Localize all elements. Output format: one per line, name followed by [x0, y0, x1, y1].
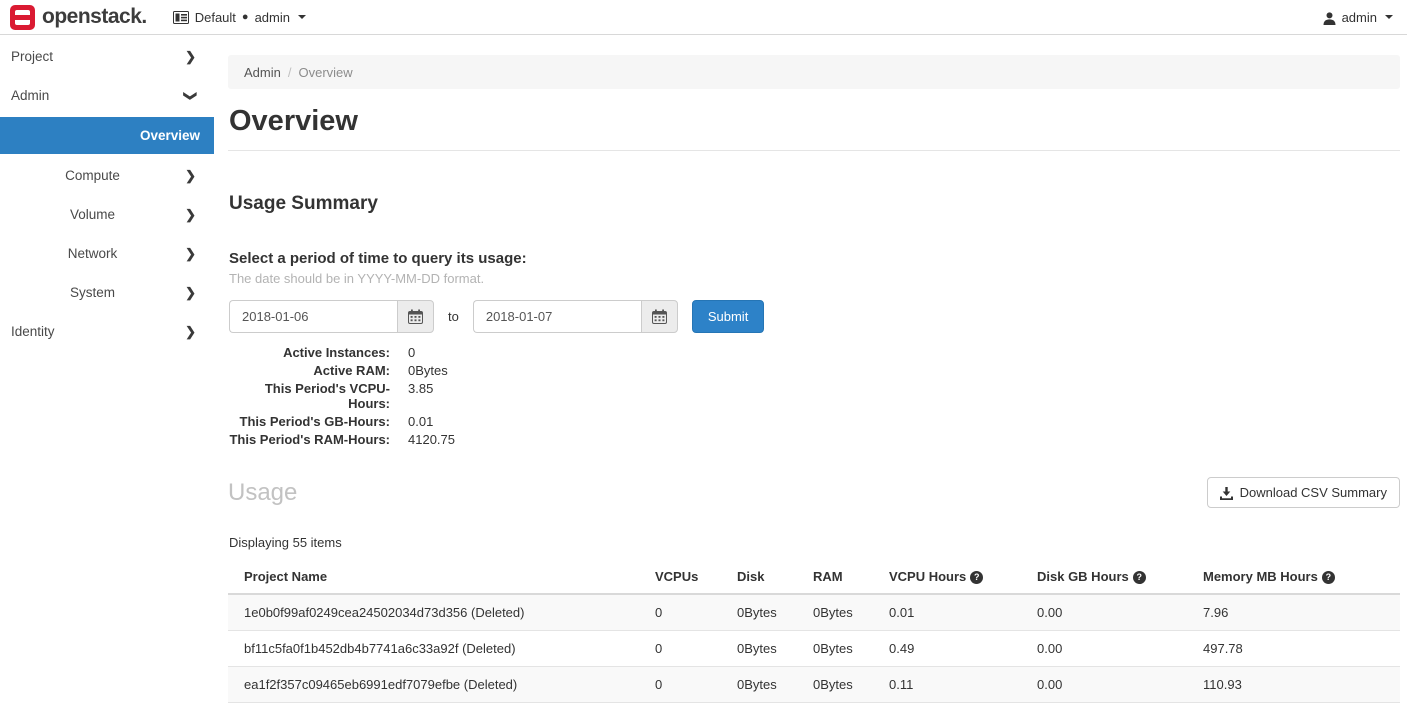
- breadcrumb: Admin / Overview: [228, 55, 1400, 89]
- chevron-right-icon: ❯: [185, 246, 196, 262]
- sidebar-item-network[interactable]: Network ❯: [0, 234, 214, 273]
- to-label: to: [448, 309, 459, 324]
- calendar-button-to[interactable]: [641, 300, 678, 333]
- query-prompt: Select a period of time to query its usa…: [229, 250, 1400, 267]
- chevron-right-icon: ❯: [185, 324, 196, 340]
- download-icon: [1220, 485, 1233, 500]
- help-icon[interactable]: ?: [1322, 571, 1335, 584]
- sidebar-item-identity[interactable]: Identity ❯: [0, 312, 214, 351]
- openstack-logo-icon: [10, 5, 35, 30]
- calendar-icon: [408, 309, 423, 324]
- date-range-form: to Submit: [229, 300, 1400, 333]
- user-menu[interactable]: admin: [1323, 9, 1393, 24]
- table-row: 1e0b0f99af0249cea24502034d73d356 (Delete…: [228, 594, 1400, 631]
- date-to-input[interactable]: [473, 300, 641, 333]
- sidebar-item-project[interactable]: Project ❯: [0, 37, 214, 76]
- breadcrumb-separator: /: [288, 65, 292, 80]
- stat-ram-hours: This Period's RAM-Hours: 4120.75: [228, 432, 1400, 447]
- date-from-input[interactable]: [229, 300, 397, 333]
- col-disk-gb-hours[interactable]: Disk GB Hours?: [1029, 560, 1195, 594]
- sidebar-item-system[interactable]: System ❯: [0, 273, 214, 312]
- sidebar-item-overview[interactable]: Overview: [0, 117, 214, 154]
- usage-stats: Active Instances: 0 Active RAM: 0Bytes T…: [228, 345, 1400, 447]
- stat-active-instances: Active Instances: 0: [228, 345, 1400, 360]
- breadcrumb-overview: Overview: [298, 65, 352, 80]
- chevron-right-icon: ❯: [185, 285, 196, 301]
- col-project-name[interactable]: Project Name: [228, 560, 647, 594]
- main-content: Admin / Overview Overview Usage Summary …: [214, 35, 1407, 670]
- col-vcpu-hours[interactable]: VCPU Hours?: [881, 560, 1029, 594]
- brand-text: openstack.: [42, 5, 147, 29]
- stat-vcpu-hours: This Period's VCPU-Hours: 3.85: [228, 381, 1400, 411]
- caret-down-icon: [298, 15, 306, 19]
- col-vcpus[interactable]: VCPUs: [647, 560, 729, 594]
- query-hint: The date should be in YYYY-MM-DD format.: [229, 271, 1400, 286]
- chevron-right-icon: ❯: [185, 49, 196, 65]
- user-name: admin: [1342, 10, 1377, 25]
- stat-active-ram: Active RAM: 0Bytes: [228, 363, 1400, 378]
- col-ram[interactable]: RAM: [805, 560, 881, 594]
- sidebar-item-admin[interactable]: Admin ❯: [0, 76, 214, 115]
- top-navbar: openstack. Default ● admin admin: [0, 0, 1407, 35]
- sidebar-item-compute[interactable]: Compute ❯: [0, 156, 214, 195]
- help-icon[interactable]: ?: [1133, 571, 1146, 584]
- col-memory-mb-hours[interactable]: Memory MB Hours?: [1195, 560, 1400, 594]
- calendar-icon: [652, 309, 667, 324]
- items-count: Displaying 55 items: [229, 535, 1400, 550]
- domain-list-icon: [173, 11, 189, 24]
- table-row: ea1f2f357c09465eb6991edf7079efbe (Delete…: [228, 667, 1400, 703]
- title-divider: [228, 150, 1400, 151]
- download-csv-button[interactable]: Download CSV Summary: [1207, 477, 1400, 508]
- usage-table-heading: Usage: [228, 479, 297, 507]
- project-name: admin: [255, 10, 290, 25]
- chevron-right-icon: ❯: [185, 207, 196, 223]
- chevron-right-icon: ❯: [185, 168, 196, 184]
- help-icon[interactable]: ?: [970, 571, 983, 584]
- breadcrumb-admin[interactable]: Admin: [244, 65, 281, 80]
- user-icon: [1323, 9, 1336, 24]
- submit-button[interactable]: Submit: [692, 300, 764, 333]
- sidebar-item-volume[interactable]: Volume ❯: [0, 195, 214, 234]
- calendar-button-from[interactable]: [397, 300, 434, 333]
- stat-gb-hours: This Period's GB-Hours: 0.01: [228, 414, 1400, 429]
- caret-down-icon: [1385, 15, 1393, 19]
- usage-summary-heading: Usage Summary: [229, 193, 1400, 215]
- chevron-down-icon: ❯: [183, 90, 199, 101]
- openstack-brand[interactable]: openstack.: [10, 5, 147, 30]
- table-row: bf11c5fa0f1b452db4b7741a6c33a92f (Delete…: [228, 631, 1400, 667]
- table-header-row: Project Name VCPUs Disk RAM VCPU Hours? …: [228, 560, 1400, 594]
- project-dot-icon: ●: [242, 12, 249, 23]
- domain-name: Default: [195, 10, 236, 25]
- domain-project-switcher[interactable]: Default ● admin: [173, 10, 306, 25]
- col-disk[interactable]: Disk: [729, 560, 805, 594]
- usage-table: Project Name VCPUs Disk RAM VCPU Hours? …: [228, 560, 1400, 703]
- page-title: Overview: [229, 105, 1400, 138]
- sidebar-nav: Project ❯ Admin ❯ Overview Compute ❯ Vol…: [0, 35, 214, 670]
